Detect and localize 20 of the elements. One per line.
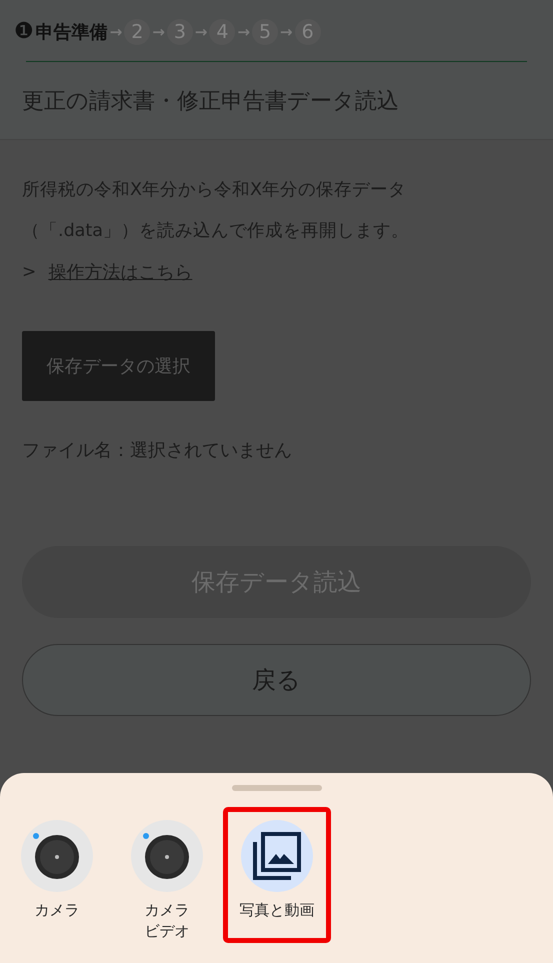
option-label: カメラ xyxy=(34,900,80,921)
step-number: ❶ xyxy=(14,21,34,43)
app-option[interactable]: カメラ ビデオ xyxy=(113,807,221,953)
step-label: 申告準備 xyxy=(36,21,108,44)
option-label: カメラ xyxy=(144,900,190,921)
arrow-icon: → xyxy=(280,23,293,41)
app-option[interactable]: カメラ xyxy=(3,807,111,943)
arrow-icon: → xyxy=(110,23,122,41)
select-data-button[interactable]: 保存データの選択 xyxy=(22,331,215,401)
arrow-icon: → xyxy=(237,23,250,41)
arrow-icon: → xyxy=(194,23,208,41)
app-option[interactable]: 写真と動画 xyxy=(223,807,331,943)
option-label: ビデオ xyxy=(144,921,190,942)
camera-lens-icon xyxy=(131,820,203,892)
arrow-icon: → xyxy=(152,23,165,41)
camera-lens-icon xyxy=(21,820,93,892)
drag-handle[interactable] xyxy=(232,785,322,791)
chevron-icon: > xyxy=(22,262,36,282)
photo-gallery-icon xyxy=(241,820,313,892)
option-label: 写真と動画 xyxy=(240,900,314,921)
